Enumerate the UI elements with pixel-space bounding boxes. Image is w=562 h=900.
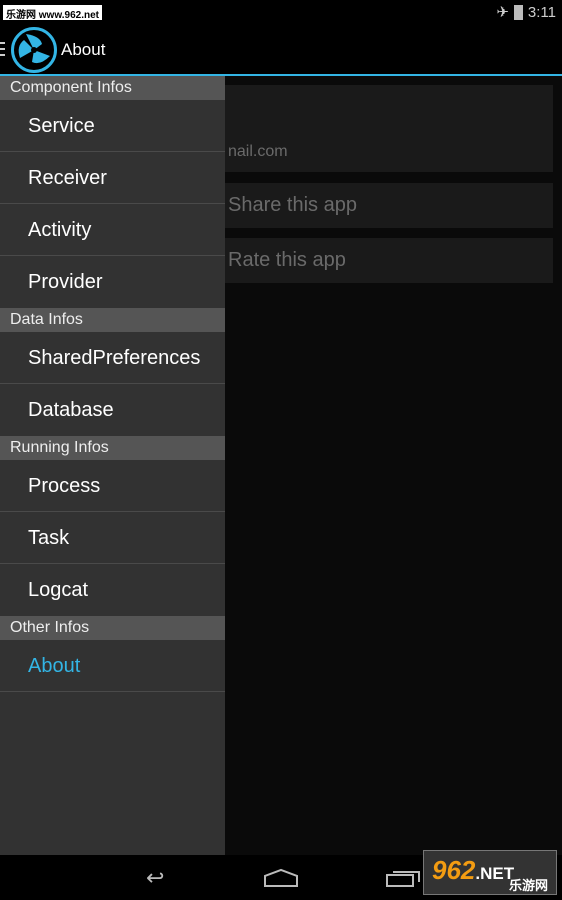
drawer-item-logcat[interactable]: Logcat [0, 564, 225, 616]
section-header: Other Infos [0, 616, 225, 640]
drawer-item-activity[interactable]: Activity [0, 204, 225, 256]
recents-icon[interactable] [385, 868, 421, 888]
battery-charging-icon [513, 4, 523, 20]
home-icon[interactable] [263, 868, 299, 888]
drawer-item-process[interactable]: Process [0, 460, 225, 512]
page-title: About [61, 40, 106, 59]
drawer-item-database[interactable]: Database [0, 384, 225, 436]
email-text[interactable]: nail.com [228, 143, 288, 161]
clock: 3:11 [527, 3, 556, 21]
airplane-icon: ✈ [496, 4, 509, 21]
drawer-item-receiver[interactable]: Receiver [0, 152, 225, 204]
drawer-item-provider[interactable]: Provider [0, 256, 225, 308]
drawer-item-about[interactable]: About [0, 640, 225, 692]
status-bar: 乐游网 www.962.net ✈ 3:11 [0, 0, 562, 25]
back-icon[interactable]: ↩ [146, 865, 164, 891]
rate-label: Rate this app [228, 249, 346, 271]
section-header: Data Infos [0, 308, 225, 332]
drawer-item-service[interactable]: Service [0, 100, 225, 152]
navigation-drawer: Component Infos Service Receiver Activit… [0, 76, 225, 855]
action-bar: About [0, 25, 562, 74]
share-label: Share this app [228, 194, 357, 216]
drawer-item-sharedpreferences[interactable]: SharedPreferences [0, 332, 225, 384]
corner-watermark-logo: 962.NET 乐游网 [423, 850, 557, 895]
watermark: 乐游网 www.962.net [3, 5, 102, 21]
drawer-item-task[interactable]: Task [0, 512, 225, 564]
section-header: Component Infos [0, 76, 225, 100]
section-header: Running Infos [0, 436, 225, 460]
app-logo-icon[interactable] [11, 27, 57, 73]
menu-icon[interactable] [0, 42, 5, 56]
